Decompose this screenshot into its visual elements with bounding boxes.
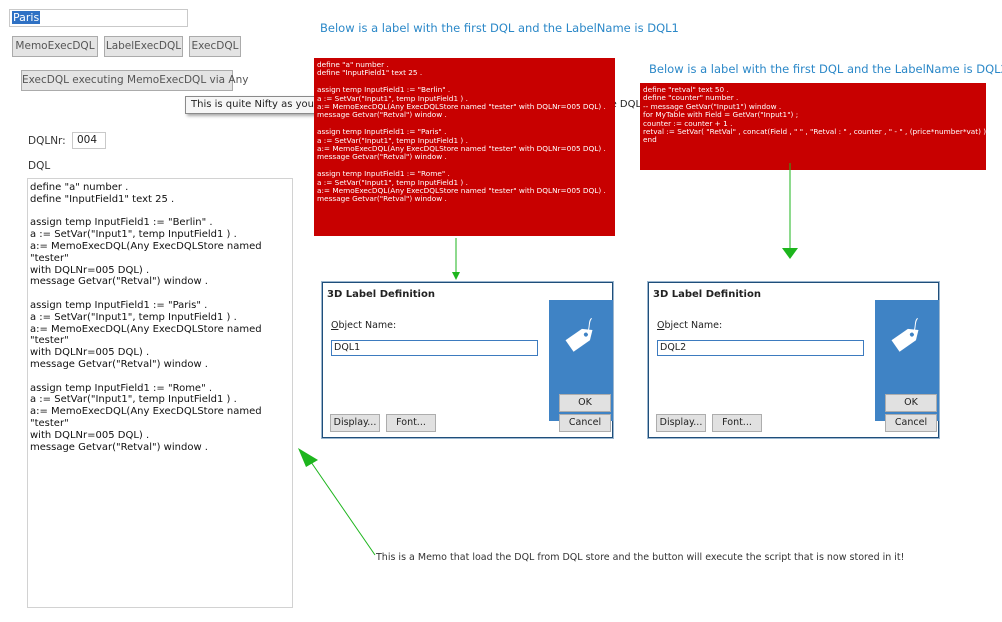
annotation-arrows bbox=[298, 163, 798, 556]
memo-note: This is a Memo that load the DQL from DQ… bbox=[376, 552, 905, 563]
arrow-label1-to-dialog1 bbox=[452, 238, 460, 280]
arrow-label2-to-dialog2 bbox=[782, 163, 798, 259]
arrow-note-to-memo bbox=[298, 448, 376, 556]
